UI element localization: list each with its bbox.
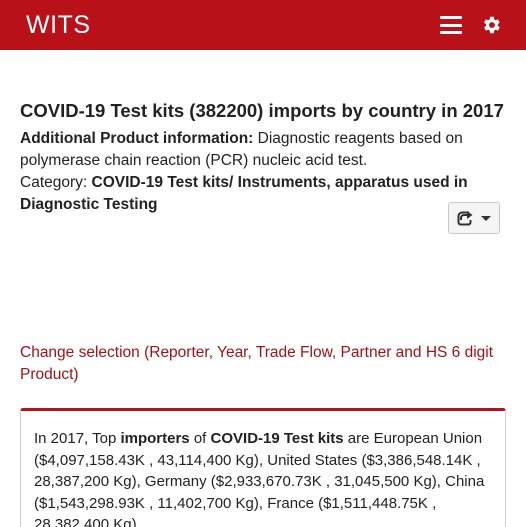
page-title: COVID-19 Test kits (382200) imports by c…: [20, 100, 504, 121]
product-info: Additional Product information: Diagnost…: [20, 128, 490, 216]
caret-down-icon: [481, 215, 491, 221]
summary-box: In 2017, Top importers of COVID-19 Test …: [20, 408, 506, 527]
menu-icon[interactable]: [440, 16, 462, 34]
summary-of: of: [189, 430, 211, 447]
category-label: Category:: [20, 174, 92, 191]
summary-importers: importers: [120, 430, 190, 447]
summary-product: COVID-19 Test kits: [210, 430, 344, 447]
change-selection-link[interactable]: Change selection (Reporter, Year, Trade …: [20, 342, 500, 386]
top-header: WITS: [0, 0, 526, 50]
share-icon: [457, 211, 473, 226]
summary-intro: In 2017, Top: [34, 430, 121, 447]
additional-info-label: Additional Product information:: [20, 130, 254, 147]
brand-logo[interactable]: WITS: [26, 11, 91, 40]
header-icons: [440, 14, 502, 36]
gear-icon[interactable]: [480, 14, 502, 36]
share-button[interactable]: [448, 202, 500, 234]
